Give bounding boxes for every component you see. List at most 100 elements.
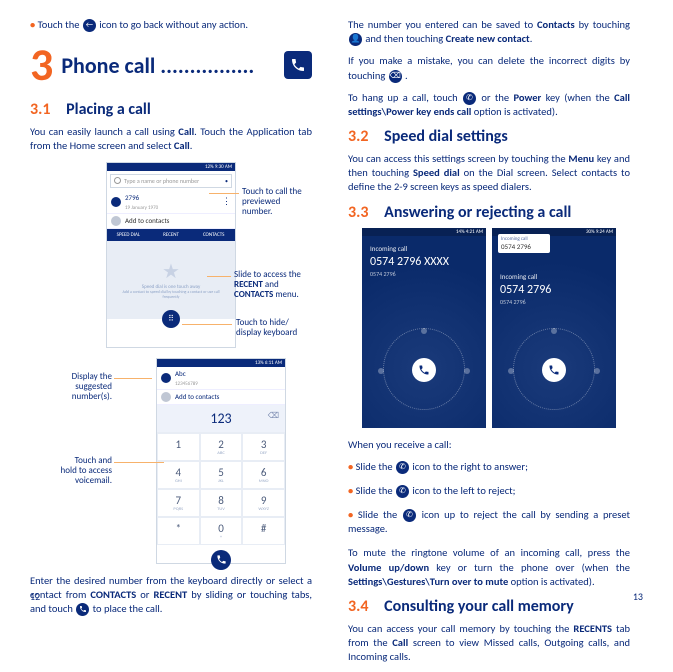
- hu-a: To hang up a call, touch: [348, 91, 462, 104]
- hu-d: key (when the: [541, 91, 614, 104]
- keypad: 1 2ABC 3DEF 4GHI 5JKL 6MNO 7PQRS 8TUV 9W…: [157, 433, 285, 545]
- sug-name: Abc: [175, 369, 186, 378]
- mu-c: key or turn the phone over (when the: [429, 561, 630, 574]
- mic-icon: •: [225, 177, 228, 185]
- bullet-dot: •: [30, 18, 35, 31]
- sec32-num: 3.2: [348, 127, 369, 146]
- key-0: 0+: [200, 517, 243, 545]
- incoming-sub-2: 0574 2796: [500, 298, 616, 306]
- key-hash: #: [242, 517, 285, 545]
- mu-e: option is activated).: [508, 575, 594, 588]
- sc-b: Contacts: [537, 18, 575, 31]
- tip-back-text-b: icon to go back without any action.: [99, 18, 248, 31]
- bm-a: Slide the: [358, 508, 402, 521]
- dialpad-fab: ⠿: [162, 310, 180, 328]
- p-hangup: To hang up a call, touch ✆ or the Power …: [348, 91, 630, 119]
- contact-date: 19 January 1970: [125, 205, 158, 211]
- mu-b: Volume up/down: [348, 561, 429, 574]
- callout-preview: Touch to call the previewed number.: [242, 187, 312, 218]
- section-3-2-heading: 3.2 Speed dial settings: [348, 127, 630, 146]
- key-2: 2ABC: [200, 433, 243, 461]
- key-5: 5JKL: [200, 461, 243, 489]
- sc-d: and then touching: [363, 32, 446, 45]
- cs1: Slide to access the: [234, 269, 301, 280]
- page-number-left: 12: [30, 590, 40, 603]
- bullet-dot-3: •: [348, 484, 353, 497]
- back-icon: ←: [83, 19, 96, 32]
- key-8: 8TUV: [200, 489, 243, 517]
- avatar-icon: [111, 197, 121, 207]
- mini-num: 0574 2796: [501, 242, 547, 251]
- incoming-sub-1: 0574 2796: [370, 270, 486, 278]
- sec31-num: 3.1: [30, 100, 51, 119]
- bullet-dot-4: •: [348, 508, 353, 521]
- bullet-msg: • Slide the ✆ icon up to reject the call…: [348, 508, 630, 536]
- tabs: SPEED DIAL RECENT CONTACTS: [107, 229, 235, 241]
- screenshot-1-wrap: 12% 9:30 AM Type a name or phone number …: [30, 162, 312, 348]
- cs4: CONTACTS: [234, 289, 273, 300]
- section-3-4-heading: 3.4 Consulting your call memory: [348, 597, 630, 616]
- sec34-title: Consulting your call memory: [384, 597, 574, 616]
- add-contact-icon: 👤: [349, 33, 362, 46]
- tab-contacts: CONTACTS: [192, 229, 235, 241]
- key-3: 3DEF: [242, 433, 285, 461]
- pe-d: RECENT: [154, 588, 188, 601]
- page-number-right: 13: [633, 590, 643, 603]
- section-3-3-heading: 3.3 Answering or rejecting a call: [348, 203, 630, 222]
- add-icon: [111, 216, 121, 226]
- p-mistake: If you make a mistake, you can delete th…: [348, 54, 630, 82]
- backspace-icon: ⌫: [268, 411, 279, 421]
- callout-slide: Slide to access the RECENT and CONTACTS …: [234, 270, 318, 301]
- slide-msg-icon: ✆: [403, 509, 416, 522]
- typed-number: 123 ⌫: [157, 405, 285, 433]
- left-column: • Touch the ← icon to go back without an…: [30, 18, 312, 672]
- bullet-answer: • Slide the ✆ icon to the right to answe…: [348, 460, 630, 474]
- section-3-1-heading: 3.1 Placing a call: [30, 100, 312, 119]
- screenshot-2: 13% 6:11 AM Abc 123456789 Add to contact…: [156, 358, 286, 564]
- key-1: 1: [157, 433, 200, 461]
- screenshot-2-wrap: 13% 6:11 AM Abc 123456789 Add to contact…: [30, 358, 312, 564]
- p-launch: You can easily launch a call using Call.…: [30, 125, 312, 153]
- mu-d: Settings\Gestures\Turn over to mute: [348, 575, 508, 588]
- callout-voicemail-text: Touch and hold to access voicemail.: [61, 455, 112, 487]
- hu-f: option is activated).: [471, 105, 557, 118]
- p-speed-dial: You can access this settings screen by t…: [348, 152, 630, 195]
- slide-reject-icon: ✆: [396, 485, 409, 498]
- me-b: RECENTS: [573, 622, 612, 635]
- suggested-2: Abc 123456789: [157, 367, 285, 390]
- suggested-contact: 2796 19 January 1970 ⋮: [107, 191, 235, 214]
- search-bar: Type a name or phone number •: [110, 174, 232, 188]
- br-b: icon to the left to reject;: [410, 484, 515, 497]
- callout-voicemail: Touch and hold to access voicemail.: [58, 456, 112, 487]
- delete-icon: ⌫: [389, 70, 402, 83]
- avatar-icon-2: [161, 373, 171, 383]
- msg-dot-icon: [421, 328, 427, 334]
- empty-sub: Add a contact to speed dial by touching …: [107, 290, 235, 300]
- key-4: 4GHI: [157, 461, 200, 489]
- reject-dot-icon: [378, 368, 384, 374]
- screenshot-1: 12% 9:30 AM Type a name or phone number …: [106, 162, 236, 348]
- search-icon: [114, 177, 121, 184]
- sd-a: You can access this settings screen by t…: [348, 152, 568, 165]
- mini-label: Incoming call: [501, 236, 547, 242]
- msg-dot-icon-2: [551, 328, 557, 334]
- pe-b: CONTACTS: [90, 588, 136, 601]
- tab-speed-dial: SPEED DIAL: [107, 229, 150, 241]
- add-contacts-label: Add to contacts: [125, 216, 169, 225]
- ba-a: Slide the: [356, 460, 395, 473]
- typed-val: 123: [210, 410, 231, 427]
- answer-dot-icon-2: [594, 368, 600, 374]
- callout-preview-text: Touch to call the previewed number.: [242, 186, 302, 218]
- hu-c: Power: [513, 91, 541, 104]
- callout-hide-text: Touch to hide/ display keyboard: [236, 317, 297, 338]
- hangup-icon: ✆: [463, 92, 476, 105]
- dial-row: [157, 545, 285, 575]
- incoming-number-2: 0574 2796: [500, 283, 616, 297]
- p-memory: You can access your call memory by touch…: [348, 622, 630, 665]
- sc-a: The number you entered can be saved to: [348, 18, 537, 31]
- sec31-title: Placing a call: [66, 100, 151, 119]
- p-receive: When you receive a call:: [348, 438, 630, 452]
- sd-d: Speed dial: [413, 166, 460, 179]
- incoming-number-1: 0574 2796 XXXX: [370, 255, 486, 269]
- add-label-2: Add to contacts: [175, 392, 219, 401]
